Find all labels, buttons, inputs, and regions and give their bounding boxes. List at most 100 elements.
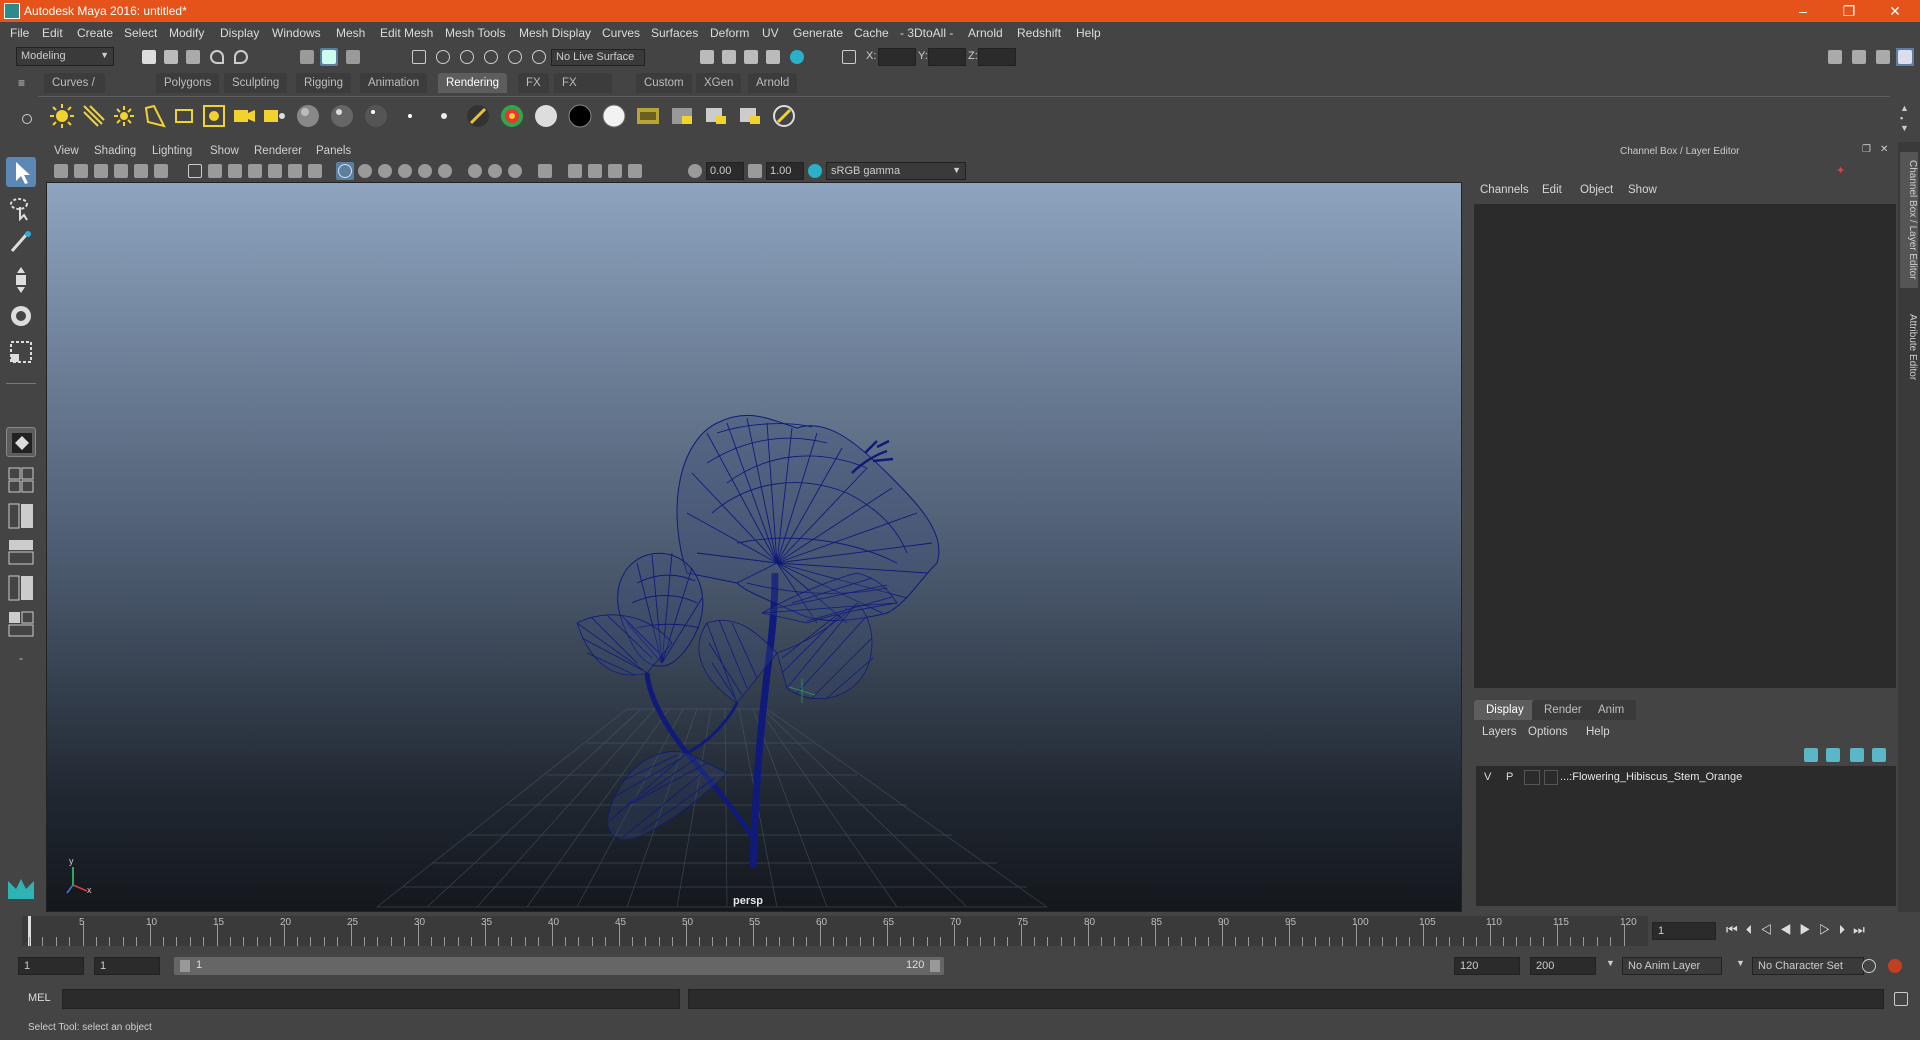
- select-tool-icon[interactable]: [6, 157, 36, 187]
- select-hierarchy-icon[interactable]: [298, 48, 316, 66]
- channel-box[interactable]: [1474, 204, 1896, 688]
- minimize-button[interactable]: –: [1780, 0, 1826, 22]
- snap-view-plane-icon[interactable]: [482, 48, 500, 66]
- edit-menu[interactable]: Edit: [1542, 184, 1562, 196]
- shader-phong-e-icon[interactable]: [396, 102, 424, 130]
- layout-more-icon[interactable]: -: [6, 651, 36, 667]
- 2d-pan-zoom-icon[interactable]: [132, 162, 150, 180]
- tab-arnold[interactable]: Arnold: [748, 73, 798, 93]
- auto-key-icon[interactable]: [1860, 957, 1878, 975]
- options-menu[interactable]: Options: [1528, 726, 1568, 738]
- snap-grid-icon[interactable]: [410, 48, 428, 66]
- make-live-icon[interactable]: [530, 48, 548, 66]
- tab-sculpting[interactable]: Sculpting: [224, 73, 288, 93]
- tab-rigging[interactable]: Rigging: [296, 73, 351, 93]
- go-to-start-icon[interactable]: ⏮: [1726, 922, 1746, 937]
- script-editor-icon[interactable]: [1892, 990, 1910, 1008]
- shader-surface-icon[interactable]: [532, 102, 560, 130]
- menu-arnold[interactable]: Arnold: [968, 26, 1003, 40]
- play-backwards-icon[interactable]: ◀: [1780, 922, 1800, 937]
- wireframe-icon[interactable]: [336, 162, 354, 180]
- camera-aim-icon[interactable]: [260, 102, 288, 130]
- tool-settings-icon[interactable]: [1874, 48, 1892, 66]
- persp-outliner-layout-icon[interactable]: [6, 501, 36, 531]
- snap-point-icon[interactable]: [458, 48, 476, 66]
- rotate-tool-icon[interactable]: [6, 301, 36, 331]
- new-scene-icon[interactable]: [140, 48, 158, 66]
- scale-tool-icon[interactable]: [6, 337, 36, 367]
- transform-mode-icon[interactable]: [840, 48, 858, 66]
- paint-select-tool-icon[interactable]: [6, 227, 36, 257]
- smooth-shade-icon[interactable]: [356, 162, 374, 180]
- layers-menu[interactable]: Layers: [1482, 726, 1517, 738]
- z-field[interactable]: [978, 48, 1016, 66]
- animation-preferences-icon[interactable]: [1886, 957, 1904, 975]
- move-layer-up-icon[interactable]: [1802, 746, 1820, 764]
- mode-selector[interactable]: Modeling ▼: [16, 47, 114, 66]
- menu-3dtoall[interactable]: - 3DtoAll -: [900, 26, 953, 40]
- go-to-end-icon[interactable]: ⏭: [1853, 922, 1873, 937]
- channels-menu[interactable]: Channels: [1480, 184, 1529, 196]
- layer-visibility-toggle[interactable]: V: [1484, 771, 1491, 783]
- exposure-icon[interactable]: [686, 162, 704, 180]
- snap-live-icon[interactable]: [506, 48, 524, 66]
- camera-attributes-icon[interactable]: [72, 162, 90, 180]
- menu-select[interactable]: Select: [124, 26, 157, 40]
- film-gate-icon[interactable]: [206, 162, 224, 180]
- range-start-handle[interactable]: [180, 960, 190, 972]
- tab-rendering[interactable]: Rendering: [438, 73, 508, 93]
- command-input[interactable]: [62, 989, 680, 1009]
- volume-light-icon[interactable]: [200, 102, 228, 130]
- tab-custom[interactable]: Custom: [636, 73, 692, 93]
- menu-windows[interactable]: Windows: [272, 26, 321, 40]
- tab-fx-caching[interactable]: FX Caching: [554, 73, 613, 109]
- save-scene-icon[interactable]: [184, 48, 202, 66]
- render-settings-icon[interactable]: [764, 48, 782, 66]
- character-set-select[interactable]: No Character Set: [1752, 957, 1864, 975]
- range-slider[interactable]: 1 120: [174, 957, 944, 975]
- modeling-toolkit-icon[interactable]: [1826, 48, 1844, 66]
- safe-title-icon[interactable]: [306, 162, 324, 180]
- ambient-light-icon[interactable]: [48, 102, 76, 130]
- menu-uv[interactable]: UV: [762, 26, 779, 40]
- vp-menu-renderer[interactable]: Renderer: [254, 145, 302, 157]
- hypershade-shelf-icon[interactable]: [770, 102, 798, 130]
- layer-name[interactable]: ...:Flowering_Hibiscus_Stem_Orange: [1560, 771, 1742, 783]
- shader-layered-icon[interactable]: [464, 102, 492, 130]
- render-current-icon[interactable]: [668, 102, 696, 130]
- current-frame-field[interactable]: 1: [1652, 922, 1716, 940]
- tab-channel-box-layer-editor[interactable]: Channel Box / Layer Editor: [1900, 152, 1918, 288]
- x-field[interactable]: [878, 48, 916, 66]
- close-button[interactable]: ✕: [1872, 0, 1918, 22]
- y-field[interactable]: [928, 48, 966, 66]
- animation-start-field[interactable]: 1: [18, 957, 84, 975]
- animation-end-field[interactable]: 200: [1530, 957, 1596, 975]
- help-menu[interactable]: Help: [1586, 726, 1610, 738]
- tab-fx[interactable]: FX: [518, 73, 549, 93]
- command-language-label[interactable]: MEL: [28, 992, 51, 1004]
- xray-joints-icon[interactable]: [506, 162, 524, 180]
- menu-help[interactable]: Help: [1076, 26, 1101, 40]
- vp-menu-lighting[interactable]: Lighting: [152, 145, 192, 157]
- camera-icon[interactable]: [230, 102, 258, 130]
- shader-ramp-icon[interactable]: [498, 102, 526, 130]
- tab-animation[interactable]: Animation: [360, 73, 428, 93]
- tab-polygons[interactable]: Polygons: [156, 73, 220, 93]
- shelf-scroll-icon[interactable]: ▲ ▪ ▼: [1900, 103, 1909, 133]
- color-space-select[interactable]: sRGB gamma ▼: [826, 162, 966, 180]
- show-menu[interactable]: Show: [1628, 184, 1657, 196]
- xray-active-icon[interactable]: [486, 162, 504, 180]
- layer-color-swatch[interactable]: [1544, 770, 1558, 785]
- shader-phong-icon[interactable]: [362, 102, 390, 130]
- new-layer-selected-icon[interactable]: [1870, 746, 1888, 764]
- anim-layer-select[interactable]: No Anim Layer: [1622, 957, 1722, 975]
- float-panel-icon[interactable]: ❐: [1862, 144, 1871, 155]
- persp-hypershade-layout-icon[interactable]: [6, 573, 36, 603]
- vp-menu-shading[interactable]: Shading: [94, 145, 136, 157]
- object-menu[interactable]: Object: [1580, 184, 1613, 196]
- isolate-select-icon[interactable]: [536, 162, 554, 180]
- xray-icon[interactable]: [466, 162, 484, 180]
- step-back-key-icon[interactable]: ◁: [1760, 922, 1780, 937]
- menu-mesh[interactable]: Mesh: [336, 26, 365, 40]
- menu-redshift[interactable]: Redshift: [1017, 26, 1061, 40]
